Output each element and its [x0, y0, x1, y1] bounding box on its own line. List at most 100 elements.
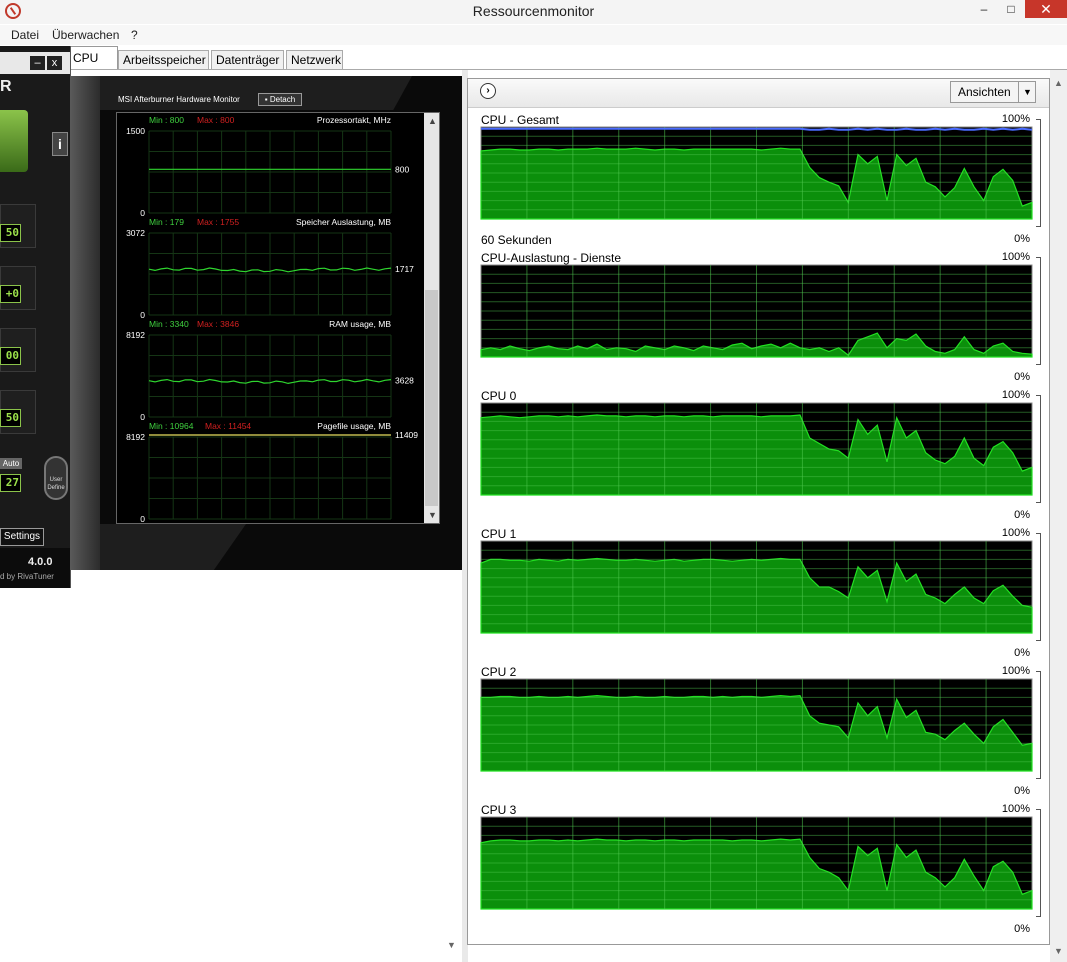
right-scroll-down-arrow[interactable]: ▼	[1054, 946, 1063, 956]
afterburner-logo: R	[0, 78, 12, 95]
chart-min-label: 0%	[1014, 371, 1030, 383]
info-icon[interactable]: i	[52, 132, 68, 156]
menu-help[interactable]: ?	[131, 28, 138, 42]
tab-datentraeger[interactable]: Datenträger	[211, 50, 284, 69]
chevron-down-icon[interactable]: ▼	[1018, 82, 1036, 102]
menu-ueberwachen[interactable]: Überwachen	[52, 28, 119, 42]
user-define-line2: Define	[47, 485, 65, 491]
afterburner-value-2: +0	[0, 285, 21, 303]
views-label: Ansichten	[958, 85, 1011, 99]
user-define-line1: User	[49, 477, 63, 483]
close-button[interactable]: ✕	[1025, 0, 1067, 18]
hwm-max-label: Max : 1755	[197, 217, 239, 227]
hwm-current-value: 800	[395, 164, 409, 174]
afterburner-value-1: 50	[0, 224, 21, 242]
hwm-min-label: Min : 800	[149, 115, 184, 125]
tab-netzwerk[interactable]: Netzwerk	[286, 50, 343, 69]
chart-max-label: 100%	[1001, 527, 1030, 539]
fan-speed-value: 27	[0, 474, 21, 492]
tab-cpu[interactable]: CPU	[68, 46, 118, 70]
chart-max-label: 100%	[1001, 251, 1030, 263]
detach-button[interactable]: ▪ Detach	[258, 93, 302, 106]
hwm-current-value: 3628	[395, 376, 414, 386]
menu-bar: Datei Überwachen ?	[0, 25, 1067, 45]
hardware-monitor-side-band	[70, 76, 100, 570]
hwm-y-max: 8192	[126, 432, 145, 442]
fan-auto-button[interactable]: Auto	[0, 458, 22, 469]
afterburner-value-3: 00	[0, 347, 21, 365]
chart-max-label: 100%	[1001, 113, 1030, 125]
chart-max-label: 100%	[1001, 389, 1030, 401]
hwm-max-label: Max : 800	[197, 115, 235, 125]
hwm-min-label: Min : 10964	[149, 421, 194, 431]
hwm-y-min: 0	[140, 514, 145, 523]
cpu-usage-chart	[480, 402, 1033, 496]
chart-min-label: 0%	[1014, 923, 1030, 935]
chart-min-label: 0%	[1014, 509, 1030, 521]
hwm-y-min: 0	[140, 208, 145, 218]
cpu-usage-chart	[480, 126, 1033, 220]
hwm-graph-name: Speicher Auslastung, MB	[296, 217, 391, 227]
chart-max-label: 100%	[1001, 803, 1030, 815]
chart-max-label: 100%	[1001, 665, 1030, 677]
afterburner-footer	[0, 548, 70, 588]
hwm-y-min: 0	[140, 310, 145, 320]
hwm-current-value: 11409	[395, 430, 418, 440]
chart-scale-bracket	[1036, 809, 1041, 917]
chart-title: CPU 2	[481, 665, 517, 679]
title-bar: Ressourcenmonitor – □ ✕	[0, 0, 1067, 24]
afterburner-value-4: 50	[0, 409, 21, 427]
cpu-usage-chart	[480, 816, 1033, 910]
right-scroll-up-arrow[interactable]: ▲	[1054, 78, 1063, 88]
right-scrollbar[interactable]	[1050, 70, 1067, 962]
hwm-max-label: Max : 3846	[197, 319, 239, 329]
hardware-monitor-graphs: Min : 800 Max : 800 Prozessortakt, MHz 1500…	[126, 115, 418, 523]
chart-min-label: 0%	[1014, 785, 1030, 797]
menu-datei[interactable]: Datei	[11, 28, 39, 42]
afterburner-close-button[interactable]: x	[47, 56, 62, 70]
hwm-graph-name: Prozessortakt, MHz	[317, 115, 391, 125]
hardware-monitor-scroll-thumb[interactable]	[425, 290, 438, 506]
left-scroll-down-arrow[interactable]: ▼	[447, 940, 456, 950]
expand-collapse-button[interactable]: ›	[480, 83, 496, 99]
tab-strip: CPU Arbeitsspeicher Datenträger Netzwerk	[68, 46, 1067, 70]
chart-title: CPU 1	[481, 527, 517, 541]
afterburner-credit: d by RivaTuner	[0, 572, 54, 581]
chart-title: CPU-Auslastung - Dienste	[481, 251, 622, 265]
maximize-button[interactable]: □	[998, 0, 1024, 18]
time-span-label: 60 Sekunden	[481, 233, 552, 247]
minimize-button[interactable]: –	[972, 0, 996, 18]
chart-scale-bracket	[1036, 671, 1041, 779]
hwm-y-max: 1500	[126, 126, 145, 136]
hwm-current-value: 1717	[395, 264, 414, 274]
hwm-y-max: 3072	[126, 228, 145, 238]
chart-title: CPU 3	[481, 803, 517, 817]
hwm-scroll-up-arrow[interactable]: ▲	[428, 116, 437, 126]
chart-min-label: 0%	[1014, 647, 1030, 659]
afterburner-version: 4.0.0	[28, 556, 53, 568]
chart-min-label: 0%	[1014, 233, 1030, 245]
chart-scale-bracket	[1036, 257, 1041, 365]
tab-arbeitsspeicher[interactable]: Arbeitsspeicher	[118, 50, 209, 69]
hwm-min-label: Min : 179	[149, 217, 184, 227]
cpu-usage-chart	[480, 540, 1033, 634]
chart-title: CPU - Gesamt	[481, 113, 560, 127]
window-title: Ressourcenmonitor	[472, 3, 595, 19]
hwm-y-max: 8192	[126, 330, 145, 340]
hardware-monitor-header	[100, 76, 412, 110]
hardware-monitor-title: MSI Afterburner Hardware Monitor	[118, 95, 240, 104]
afterburner-gpu-gauge	[0, 110, 28, 172]
hwm-max-label: Max : 11454	[205, 421, 251, 431]
cpu-usage-chart	[480, 678, 1033, 772]
settings-button[interactable]: Settings	[0, 528, 44, 546]
chart-scale-bracket	[1036, 119, 1041, 227]
hwm-min-label: Min : 3340	[149, 319, 189, 329]
afterburner-minimize-button[interactable]: –	[30, 56, 45, 70]
chart-scale-bracket	[1036, 395, 1041, 503]
hwm-graph-name: RAM usage, MB	[329, 319, 391, 329]
hwm-scroll-down-arrow[interactable]: ▼	[428, 510, 437, 520]
cpu-usage-chart	[480, 264, 1033, 358]
user-define-button[interactable]: User Define	[44, 456, 68, 500]
chart-title: CPU 0	[481, 389, 517, 403]
hwm-graph-name: Pagefile usage, MB	[317, 421, 391, 431]
